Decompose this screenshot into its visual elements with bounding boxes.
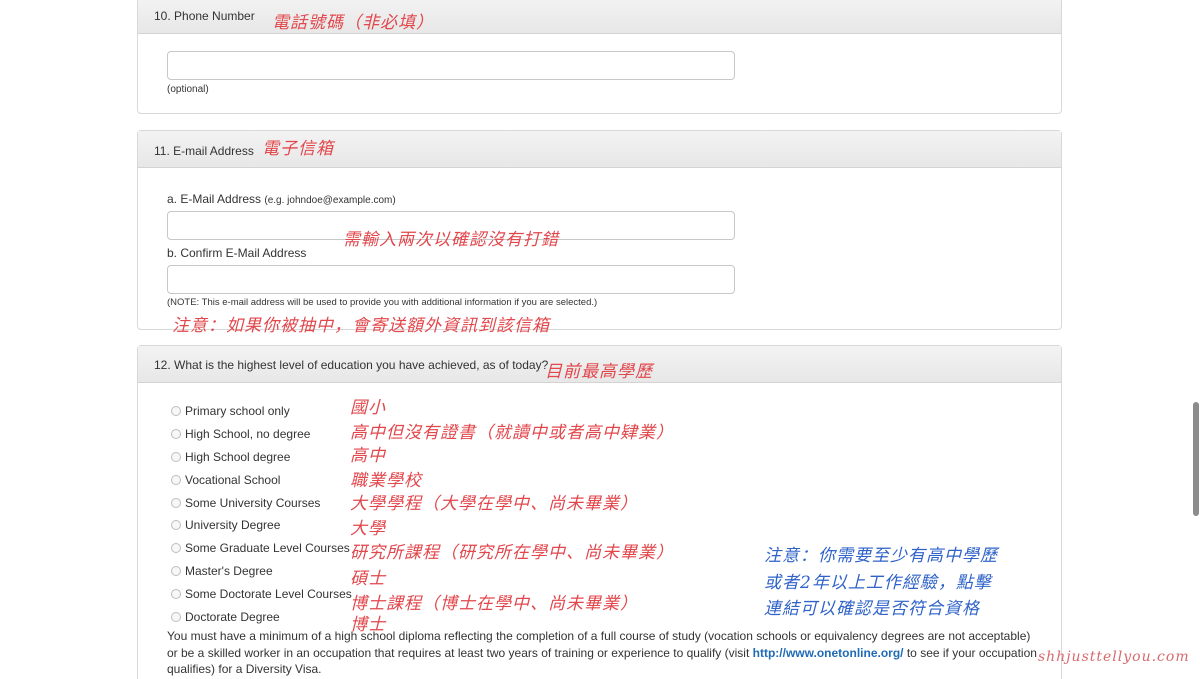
- radio-button[interactable]: [171, 589, 181, 599]
- confirm-email-input[interactable]: [167, 265, 735, 294]
- radio-button[interactable]: [171, 543, 181, 553]
- option-label: Some Graduate Level Courses: [185, 541, 350, 555]
- option-label: Vocational School: [185, 473, 281, 487]
- radio-button[interactable]: [171, 452, 181, 462]
- option-translation: 研究所課程（研究所在學中、尚未畢業）: [350, 543, 674, 563]
- option-translation: 博士課程（博士在學中、尚未畢業）: [350, 594, 638, 614]
- eligibility-paragraph: You must have a minimum of a high school…: [167, 628, 1037, 678]
- phone-number-note: 電話號碼（非必填）: [272, 13, 434, 33]
- education-option[interactable]: High School, no degree: [171, 426, 310, 442]
- option-label: Doctorate Degree: [185, 610, 280, 624]
- option-translation: 國小: [350, 398, 386, 418]
- phone-number-input[interactable]: [167, 51, 735, 80]
- radio-button[interactable]: [171, 429, 181, 439]
- option-label: University Degree: [185, 518, 281, 532]
- education-option[interactable]: Some University Courses: [171, 495, 320, 511]
- radio-button[interactable]: [171, 566, 181, 576]
- phone-optional-label: (optional): [167, 84, 209, 95]
- eligibility-note-line: 注意：你需要至少有高中學歷: [764, 546, 998, 566]
- watermark: shhjusttellyou.com: [1038, 649, 1190, 665]
- email-label: a. E-Mail Address (e.g. johndoe@example.…: [167, 192, 396, 206]
- email-notice-note: 注意：如果你被抽中，會寄送額外資訊到該信箱: [172, 316, 550, 336]
- eligibility-note-line: 連結可以確認是否符合資格: [764, 599, 980, 619]
- option-translation: 高中: [350, 446, 386, 466]
- radio-button[interactable]: [171, 498, 181, 508]
- option-label: Some University Courses: [185, 496, 321, 510]
- confirm-email-label: b. Confirm E-Mail Address: [167, 246, 307, 260]
- option-label: Master's Degree: [185, 564, 273, 578]
- radio-button[interactable]: [171, 612, 181, 622]
- education-option[interactable]: Doctorate Degree: [171, 609, 280, 625]
- page-scrollbar[interactable]: [1192, 0, 1200, 679]
- education-title: 12. What is the highest level of educati…: [154, 358, 549, 372]
- email-notice: (NOTE: This e-mail address will be used …: [167, 297, 598, 308]
- scrollbar-thumb[interactable]: [1193, 402, 1199, 516]
- email-title: 11. E-mail Address: [154, 144, 254, 158]
- phone-number-title: 10. Phone Number: [154, 9, 255, 23]
- radio-button[interactable]: [171, 475, 181, 485]
- radio-button[interactable]: [171, 520, 181, 530]
- option-label: Primary school only: [185, 404, 290, 418]
- education-option[interactable]: Some Doctorate Level Courses: [171, 586, 352, 602]
- option-label: Some Doctorate Level Courses: [185, 587, 352, 601]
- eligibility-note-line: 或者2年以上工作經驗，點擊: [764, 573, 992, 593]
- option-label: High School, no degree: [185, 427, 311, 441]
- education-option[interactable]: Vocational School: [171, 472, 280, 488]
- option-translation: 大學: [350, 519, 386, 539]
- education-option[interactable]: High School degree: [171, 449, 290, 465]
- education-option[interactable]: University Degree: [171, 517, 280, 533]
- option-translation: 大學學程（大學在學中、尚未畢業）: [350, 494, 638, 514]
- onetonline-link[interactable]: http://www.onetonline.org/: [753, 646, 904, 660]
- option-label: High School degree: [185, 450, 291, 464]
- option-translation: 職業學校: [350, 471, 422, 491]
- education-option[interactable]: Some Graduate Level Courses: [171, 540, 350, 556]
- education-option[interactable]: Primary school only: [171, 403, 290, 419]
- email-label-text: a. E-Mail Address: [167, 192, 262, 206]
- education-note: 目前最高學歷: [545, 362, 653, 382]
- email-hint: (e.g. johndoe@example.com): [264, 195, 396, 206]
- radio-button[interactable]: [171, 406, 181, 416]
- option-translation: 碩士: [350, 569, 386, 589]
- email-confirm-note: 需輸入兩次以確認沒有打錯: [343, 230, 559, 250]
- email-note: 電子信箱: [262, 139, 334, 159]
- education-option[interactable]: Master's Degree: [171, 563, 273, 579]
- option-translation: 高中但沒有證書（就讀中或者高中肄業）: [350, 423, 674, 443]
